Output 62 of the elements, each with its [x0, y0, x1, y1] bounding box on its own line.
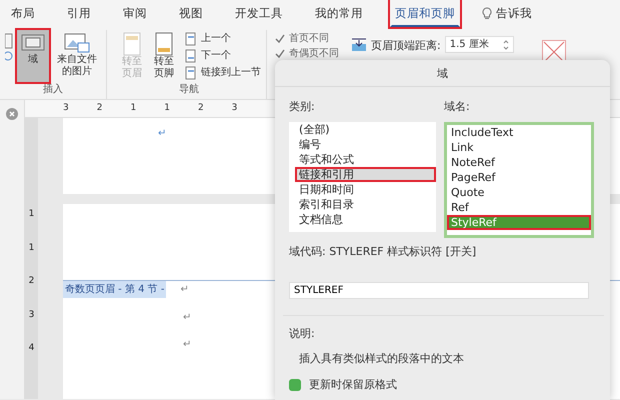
checkbox-label: 更新时保留原格式	[309, 377, 397, 393]
ruler-number: 4	[28, 342, 34, 355]
description-text: 插入具有类似样式的段落中的文本	[299, 350, 465, 366]
picture-icon	[64, 32, 90, 54]
ribbon-button[interactable]: 转至页脚	[149, 30, 179, 82]
dialog-title: 域	[275, 60, 610, 87]
footer-icon	[154, 32, 174, 56]
ribbon-tab[interactable]: 审阅	[118, 0, 152, 28]
nav-link-button[interactable]: 上一个	[185, 30, 261, 47]
return-mark: ↵	[183, 338, 192, 352]
ribbon-tab[interactable]: 页眉和页脚	[390, 0, 460, 28]
list-item[interactable]: 链接和引用	[295, 166, 436, 182]
list-item[interactable]: StyleRef	[447, 214, 591, 230]
nav-link-button[interactable]: 下一个	[185, 47, 261, 64]
return-mark: ↵	[180, 283, 189, 297]
lightbulb-icon	[482, 6, 492, 20]
field-code-input[interactable]: STYLEREF	[289, 282, 589, 299]
header-distance-icon	[351, 38, 367, 52]
list-item[interactable]: IncludeText	[447, 124, 591, 140]
ribbon-button[interactable]: 来自文件的图片	[53, 30, 101, 82]
list-item[interactable]: 日期和时间	[295, 182, 436, 196]
field-label: 页眉顶端距离:	[371, 38, 441, 54]
ruler-number: 3	[28, 308, 34, 322]
header-label: 奇数页页眉 - 第 4 节 -	[63, 281, 166, 298]
checkmark-icon[interactable]	[275, 34, 285, 44]
group-label: 插入	[42, 82, 64, 97]
list-item[interactable]: (全部)	[295, 122, 436, 136]
ruler-number: 2	[28, 275, 34, 288]
list-label: 类别:	[289, 99, 316, 115]
group-label: 导航	[178, 82, 200, 97]
close-icon[interactable]	[6, 108, 18, 120]
list-item[interactable]: 等式和公式	[295, 152, 436, 166]
option-label: 首页不同	[289, 32, 329, 46]
ribbon-button[interactable]: 域	[17, 30, 49, 82]
ruler-number: 1	[28, 208, 34, 221]
list-item[interactable]: NoteRef	[447, 154, 591, 170]
list-label: 域名:	[444, 99, 471, 115]
ribbon-tab[interactable]: 布局	[6, 0, 40, 28]
list-item[interactable]: 索引和目录	[295, 196, 436, 212]
field-code-text: 域代码: STYLEREF 样式标识符 [开关]	[289, 244, 478, 260]
list-item[interactable]: PageRef	[447, 170, 591, 184]
list-item[interactable]: Quote	[447, 184, 591, 200]
list-item[interactable]: 编号	[295, 136, 436, 152]
description-label: 说明:	[289, 326, 316, 342]
return-mark: ↵	[183, 311, 192, 325]
ribbon-tab[interactable]: 视图	[174, 0, 208, 28]
stepper-icon	[502, 38, 509, 50]
option-label: 奇偶页不同	[289, 47, 339, 61]
return-mark: ↵	[158, 127, 166, 141]
list-item[interactable]: Ref	[447, 200, 591, 214]
checkbox[interactable]	[289, 379, 301, 392]
list-item[interactable]: Link	[447, 140, 591, 154]
ribbon-tab[interactable]: 开发工具	[230, 0, 288, 28]
ribbon-tab[interactable]: 引用	[62, 0, 96, 28]
list-item[interactable]: 文档信息	[295, 212, 436, 226]
header-icon	[122, 32, 142, 56]
ruler-number: 1	[28, 242, 34, 254]
tell-me-link[interactable]: 告诉我	[496, 4, 532, 22]
spin-field[interactable]: 1.5 厘米	[444, 36, 514, 53]
nav-link-button[interactable]: 链接到上一节	[185, 64, 261, 81]
checkmark-icon[interactable]	[275, 48, 285, 58]
ribbon-tab[interactable]: 我的常用	[310, 0, 368, 28]
